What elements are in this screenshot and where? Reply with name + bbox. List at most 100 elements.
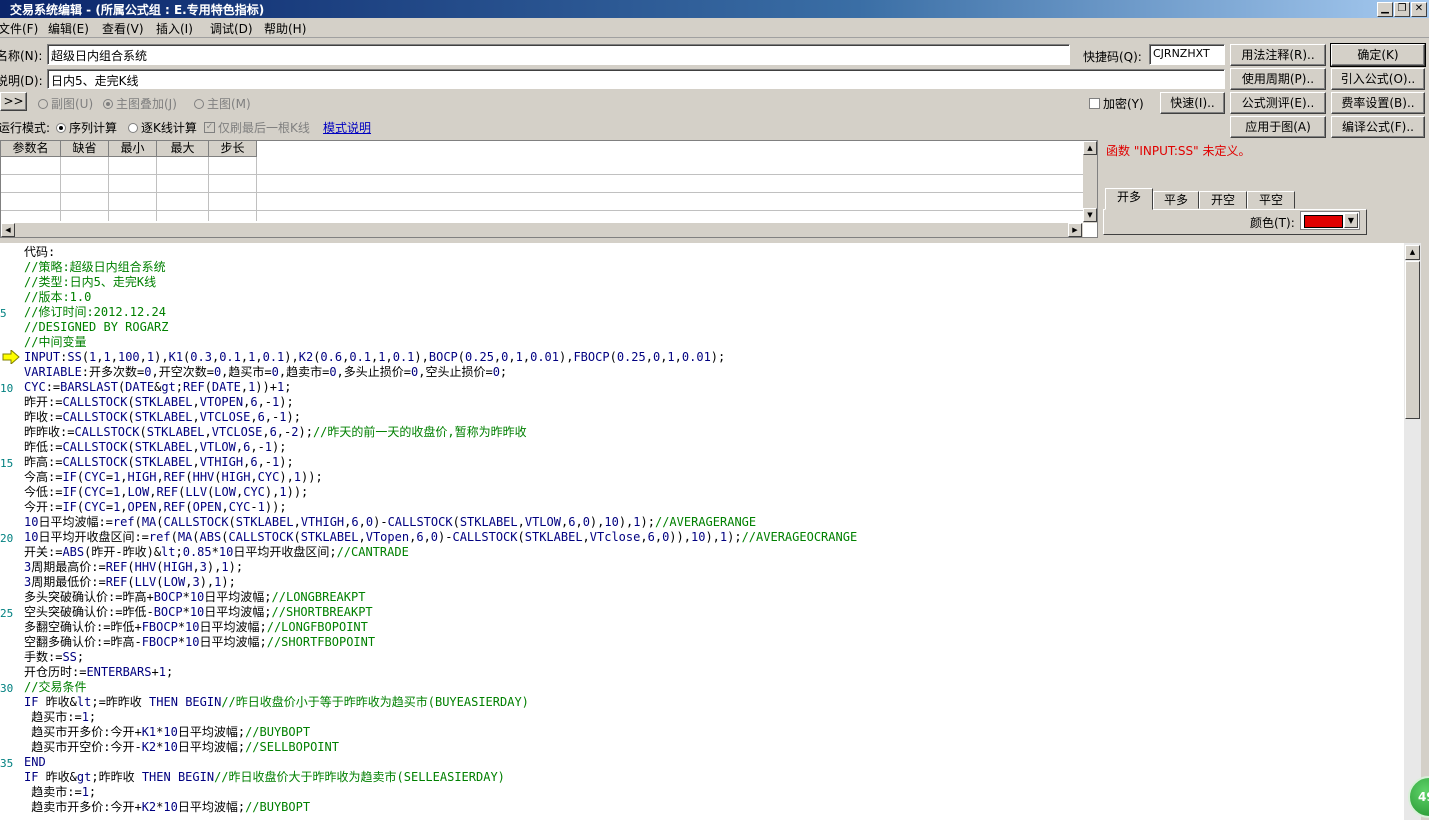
mode-help-link[interactable]: 模式说明: [323, 119, 371, 136]
code-line[interactable]: CYC:=BARSLAST(DATE&gt;REF(DATE,1))+1;: [24, 380, 291, 395]
tab-close-long[interactable]: 平多: [1153, 191, 1199, 209]
period-button[interactable]: 使用周期(P)..: [1230, 68, 1326, 90]
code-line[interactable]: 开关:=ABS(昨开-昨收)&lt;0.85*10日平均开收盘区间;//CANT…: [24, 545, 409, 560]
code-line[interactable]: 昨高:=CALLSTOCK(STKLABEL,VTHIGH,6,-1);: [24, 455, 294, 470]
code-line[interactable]: 趋买市开多价:今开+K1*10日平均波幅;//BUYBOPT: [24, 725, 310, 740]
code-line[interactable]: //DESIGNED BY ROGARZ: [24, 320, 169, 335]
scroll-thumb[interactable]: [1405, 261, 1420, 419]
fee-settings-button[interactable]: 费率设置(B)..: [1331, 92, 1425, 114]
code-line[interactable]: 10日平均开收盘区间:=ref(MA(ABS(CALLSTOCK(STKLABE…: [24, 530, 857, 545]
code-line[interactable]: 多头突破确认价:=昨高+BOCP*10日平均波幅;//LONGBREAKPT: [24, 590, 365, 605]
param-vscroll[interactable]: ▲ ▼: [1083, 141, 1097, 223]
param-col-max[interactable]: 最大: [157, 141, 209, 157]
menu-insert[interactable]: 插入(I): [156, 20, 193, 37]
param-col-min[interactable]: 最小: [109, 141, 157, 157]
code-line[interactable]: IF 昨收&gt;昨昨收 THEN BEGIN//昨日收盘价大于昨昨收为趋卖市(…: [24, 770, 505, 785]
encrypt-checkbox[interactable]: 加密(Y): [1089, 95, 1144, 112]
param-hscroll[interactable]: ◀ ▶: [1, 223, 1083, 237]
code-line[interactable]: 手数:=SS;: [24, 650, 84, 665]
menu-file[interactable]: 文件(F): [0, 20, 38, 37]
radio-bar-calc[interactable]: 逐K线计算: [128, 119, 197, 136]
scroll-down-icon[interactable]: ▼: [1083, 208, 1097, 222]
scroll-up-icon[interactable]: ▲: [1405, 245, 1420, 260]
code-line[interactable]: 昨开:=CALLSTOCK(STKLABEL,VTOPEN,6,-1);: [24, 395, 294, 410]
code-line[interactable]: //策略:超级日内组合系统: [24, 260, 166, 275]
code-line[interactable]: IF 昨收&lt;=昨昨收 THEN BEGIN//昨日收盘价小于等于昨昨收为趋…: [24, 695, 529, 710]
tab-open-long[interactable]: 开多: [1105, 188, 1153, 210]
color-label: 颜色(T):: [1250, 216, 1295, 230]
code-line[interactable]: 3周期最高价:=REF(HHV(HIGH,3),1);: [24, 560, 243, 575]
param-col-step[interactable]: 步长: [209, 141, 257, 157]
table-row[interactable]: [1, 175, 1083, 193]
code-line[interactable]: 空翻多确认价:=昨高-FBOCP*10日平均波幅;//SHORTFBOPOINT: [24, 635, 375, 650]
shortcut-label: 快捷码(Q):: [1083, 50, 1142, 64]
tab-open-short[interactable]: 开空: [1199, 191, 1247, 209]
scroll-up-icon[interactable]: ▲: [1083, 141, 1097, 155]
radio-main-overlay[interactable]: 主图叠加(J): [103, 95, 177, 112]
code-line[interactable]: 趋卖市:=1;: [24, 785, 96, 800]
scroll-left-icon[interactable]: ◀: [1, 223, 15, 237]
code-line[interactable]: 昨低:=CALLSTOCK(STKLABEL,VTLOW,6,-1);: [24, 440, 286, 455]
tab-close-short[interactable]: 平空: [1247, 191, 1295, 209]
code-line[interactable]: //修订时间:2012.12.24: [24, 305, 166, 320]
code-vscroll[interactable]: ▲: [1404, 243, 1421, 820]
code-line[interactable]: 今高:=IF(CYC=1,HIGH,REF(HHV(HIGH,CYC),1));: [24, 470, 323, 485]
usage-notes-button[interactable]: 用法注释(R)..: [1230, 44, 1326, 66]
code-line[interactable]: 开仓历时:=ENTERBARS+1;: [24, 665, 173, 680]
code-editor[interactable]: 代码: //策略:超级日内组合系统//类型:日内5、走完K线//版本:1.0//…: [0, 243, 1404, 820]
radio-sub-chart[interactable]: 副图(U): [38, 95, 93, 112]
radio-main-label: 主图(M): [207, 97, 251, 111]
code-line[interactable]: 趋买市:=1;: [24, 710, 96, 725]
menu-debug[interactable]: 调试(D): [210, 20, 253, 37]
param-col-default[interactable]: 缺省: [61, 141, 109, 157]
compile-formula-button[interactable]: 编译公式(F)..: [1331, 116, 1425, 138]
ok-button[interactable]: 确定(K): [1330, 43, 1426, 67]
scroll-right-icon[interactable]: ▶: [1068, 223, 1082, 237]
code-line[interactable]: 趋卖市开多价:今开+K2*10日平均波幅;//BUYBOPT: [24, 800, 310, 815]
apply-to-chart-button[interactable]: 应用于图(A): [1230, 116, 1326, 138]
shortcut-input[interactable]: CJRNZHXT: [1149, 44, 1225, 65]
import-formula-button[interactable]: 引入公式(O)..: [1331, 68, 1425, 90]
radio-sequence-calc[interactable]: 序列计算: [56, 119, 117, 136]
code-line[interactable]: 空头突破确认价:=昨低-BOCP*10日平均波幅;//SHORTBREAKPT: [24, 605, 373, 620]
code-line[interactable]: 今开:=IF(CYC=1,OPEN,REF(OPEN,CYC-1));: [24, 500, 287, 515]
code-line[interactable]: INPUT:SS(1,1,100,1),K1(0.3,0.1,1,0.1),K2…: [24, 350, 725, 365]
code-line[interactable]: //版本:1.0: [24, 290, 91, 305]
close-button[interactable]: ✕: [1411, 2, 1427, 17]
expand-button[interactable]: >>: [0, 92, 27, 111]
color-swatch: [1304, 215, 1343, 228]
code-line[interactable]: VARIABLE:开多次数=0,开空次数=0,趋买市=0,趋卖市=0,多头止损价…: [24, 365, 507, 380]
minimize-button[interactable]: ▁: [1377, 2, 1393, 17]
code-line[interactable]: 昨昨收:=CALLSTOCK(STKLABEL,VTCLOSE,6,-2);//…: [24, 425, 527, 440]
code-line[interactable]: END: [24, 755, 46, 770]
code-line[interactable]: 多翻空确认价:=昨低+FBOCP*10日平均波幅;//LONGFBOPOINT: [24, 620, 368, 635]
code-line[interactable]: 趋买市开空价:今开-K2*10日平均波幅;//SELLBOPOINT: [24, 740, 339, 755]
last-bar-checkbox[interactable]: ✓ 仅刷最后一根K线: [204, 119, 310, 136]
table-row[interactable]: [1, 193, 1083, 211]
code-line[interactable]: //类型:日内5、走完K线: [24, 275, 156, 290]
title-bar: 交易系统编辑 - (所属公式组 : E.专用特色指标) ▁ ❐ ✕: [0, 0, 1429, 18]
code-line[interactable]: //交易条件: [24, 680, 86, 695]
code-line[interactable]: 10日平均波幅:=ref(MA(CALLSTOCK(STKLABEL,VTHIG…: [24, 515, 756, 530]
param-col-name[interactable]: 参数名: [1, 141, 61, 157]
radio-main-chart[interactable]: 主图(M): [194, 95, 251, 112]
menu-edit[interactable]: 编辑(E): [48, 20, 89, 37]
code-line[interactable]: 今低:=IF(CYC=1,LOW,REF(LLV(LOW,CYC),1));: [24, 485, 308, 500]
grid-line: [108, 157, 109, 221]
maximize-button[interactable]: ❐: [1394, 2, 1410, 17]
quick-button[interactable]: 快速(I)..: [1160, 92, 1225, 114]
desc-input[interactable]: 日内5、走完K线: [47, 69, 1225, 89]
table-row[interactable]: [1, 157, 1083, 175]
chevron-down-icon[interactable]: ▼: [1344, 213, 1358, 228]
code-line[interactable]: 3周期最低价:=REF(LLV(LOW,3),1);: [24, 575, 236, 590]
menu-help[interactable]: 帮助(H): [264, 20, 306, 37]
name-input[interactable]: 超级日内组合系统: [47, 44, 1070, 65]
code-line[interactable]: 昨收:=CALLSTOCK(STKLABEL,VTCLOSE,6,-1);: [24, 410, 301, 425]
color-select[interactable]: ▼: [1300, 211, 1360, 230]
code-line[interactable]: //中间变量: [24, 335, 86, 350]
line-number: 15: [0, 457, 14, 470]
parameter-grid[interactable]: 参数名 缺省 最小 最大 步长 ▲ ▼ ◀ ▶: [0, 140, 1098, 238]
formula-test-button[interactable]: 公式测评(E)..: [1230, 92, 1326, 114]
error-message: 函数 "INPUT:SS" 未定义。: [1106, 144, 1251, 158]
menu-view[interactable]: 查看(V): [102, 20, 144, 37]
